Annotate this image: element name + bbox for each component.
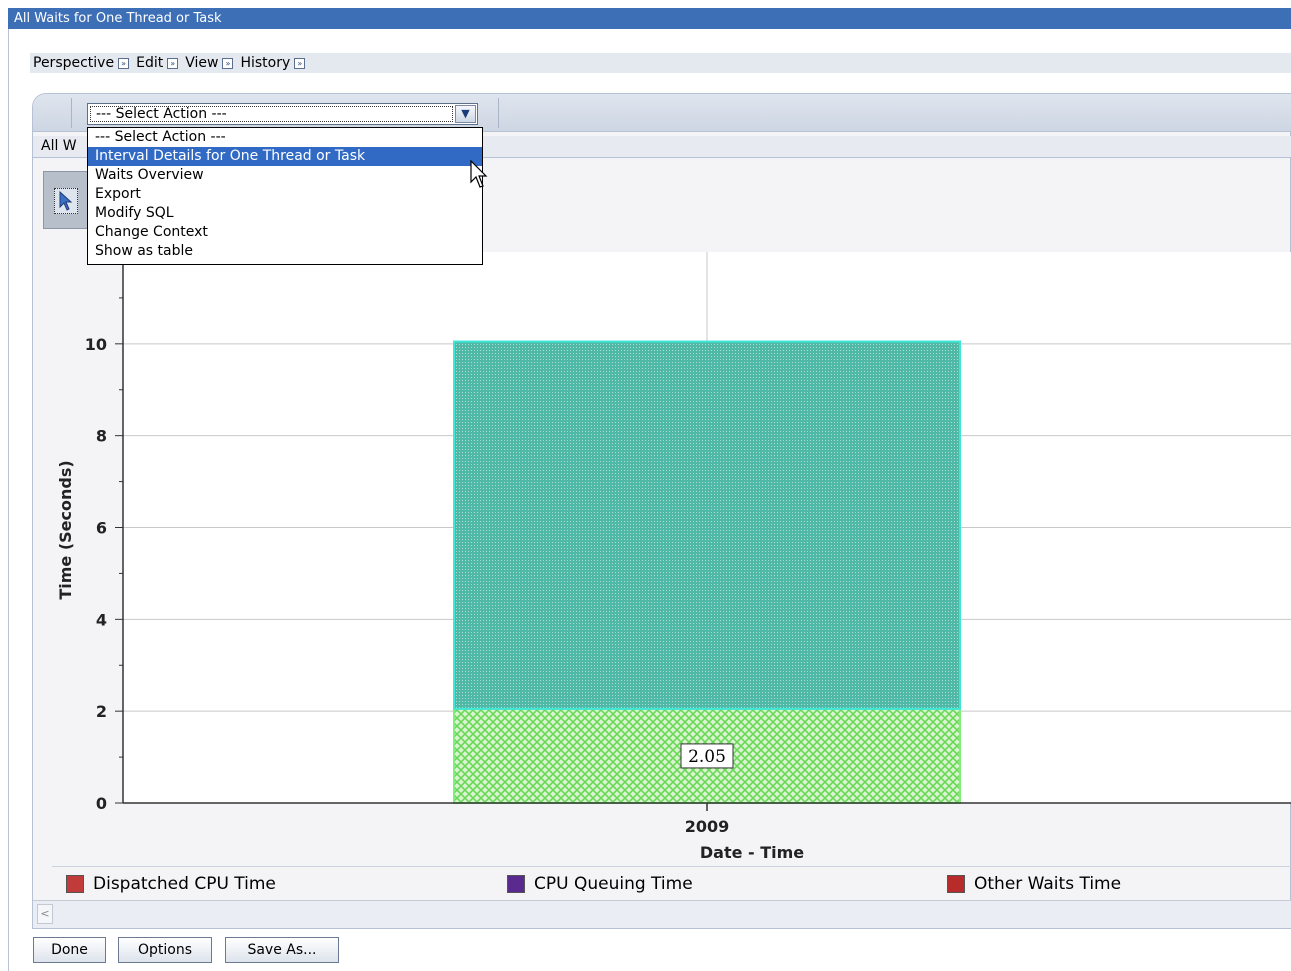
scroll-left-icon[interactable]: <	[37, 904, 53, 924]
double-arrow-right-icon: »	[167, 57, 179, 69]
select-action-value: --- Select Action ---	[96, 106, 227, 122]
tab-all-waits[interactable]: All W	[41, 138, 77, 154]
done-button[interactable]: Done	[33, 937, 106, 963]
double-arrow-right-icon: »	[294, 57, 306, 69]
option-select-action[interactable]: --- Select Action ---	[88, 128, 482, 147]
menu-bar: Perspective » Edit » View » History »	[30, 53, 1291, 73]
menu-edit[interactable]: Edit »	[136, 55, 179, 71]
y-tick-label: 0	[96, 794, 107, 813]
mouse-cursor-icon	[470, 160, 488, 188]
chart-legend: Dispatched CPU Time CPU Queuing Time Oth…	[52, 866, 1291, 900]
menu-view[interactable]: View »	[185, 55, 234, 71]
menu-perspective[interactable]: Perspective »	[33, 55, 130, 71]
x-axis-label: Date - Time	[700, 843, 804, 862]
option-change-context[interactable]: Change Context	[88, 223, 482, 242]
options-button[interactable]: Options	[118, 937, 212, 963]
toolbar-separator	[71, 98, 72, 128]
save-as-button[interactable]: Save As...	[225, 937, 339, 963]
option-waits-overview[interactable]: Waits Overview	[88, 166, 482, 185]
pointer-select-icon	[54, 188, 78, 214]
y-tick-label: 6	[96, 519, 107, 538]
legend-label: CPU Queuing Time	[534, 874, 693, 894]
legend-item-dispatched-cpu: Dispatched CPU Time	[66, 874, 276, 894]
dispatched-cpu-legend-icon	[66, 875, 84, 893]
horizontal-scrollbar[interactable]: <	[33, 900, 1291, 928]
menu-history[interactable]: History »	[240, 55, 306, 71]
menu-perspective-label: Perspective	[33, 55, 115, 71]
y-tick-label: 4	[96, 610, 107, 629]
select-tool-button[interactable]	[43, 171, 89, 229]
menu-edit-label: Edit	[136, 55, 164, 71]
chevron-down-icon[interactable]: ▼	[455, 105, 476, 123]
other-waits-legend-icon	[947, 875, 965, 893]
y-axis-label: Time (Seconds)	[56, 460, 75, 599]
legend-item-other-waits: Other Waits Time	[947, 874, 1121, 894]
y-tick-label: 10	[85, 335, 107, 354]
window-title-bar: All Waits for One Thread or Task	[8, 8, 1291, 29]
double-arrow-right-icon: »	[118, 57, 130, 69]
legend-label: Dispatched CPU Time	[93, 874, 276, 894]
y-tick-label: 8	[96, 427, 107, 446]
legend-label: Other Waits Time	[974, 874, 1122, 894]
select-action-dropdown[interactable]: --- Select Action --- ▼	[87, 103, 478, 125]
bar-segment-other-waits	[453, 340, 961, 710]
menu-history-label: History	[240, 55, 291, 71]
option-modify-sql[interactable]: Modify SQL	[88, 204, 482, 223]
window-title: All Waits for One Thread or Task	[14, 11, 222, 26]
cpu-queuing-legend-icon	[507, 875, 525, 893]
chart-bars: 2.05	[453, 340, 961, 804]
option-show-as-table[interactable]: Show as table	[88, 242, 482, 261]
menu-view-label: View	[185, 55, 219, 71]
stacked-bar-chart: 2.05 2009 0 2 4 6 8 10 Time (Seconds) Date - T…	[56, 251, 1291, 862]
legend-item-cpu-queuing: CPU Queuing Time	[507, 874, 693, 894]
y-tick-label: 2	[96, 702, 107, 721]
select-action-options-list: --- Select Action --- Interval Details f…	[87, 127, 483, 265]
toolbar-separator	[498, 98, 499, 128]
option-interval-details[interactable]: Interval Details for One Thread or Task	[88, 147, 482, 166]
data-label: 2.05	[688, 747, 726, 767]
x-tick-label: 2009	[685, 817, 730, 836]
option-export[interactable]: Export	[88, 185, 482, 204]
double-arrow-right-icon: »	[222, 57, 234, 69]
